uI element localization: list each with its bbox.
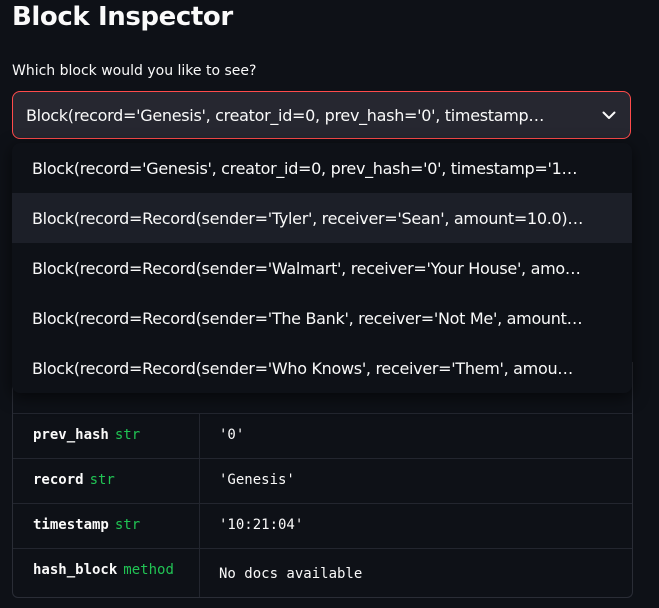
select-label: Which block would you like to see? — [12, 63, 257, 79]
table-row: prev_hash str '0' — [13, 413, 632, 458]
attr-type: str — [114, 427, 141, 443]
block-select-dropdown: Block(record='Genesis', creator_id=0, pr… — [12, 143, 632, 393]
attr-value: '0' — [219, 427, 245, 443]
attr-type: method — [123, 562, 174, 578]
chevron-down-icon[interactable] — [588, 105, 616, 125]
table-row: timestamp str '10:21:04' — [13, 503, 632, 548]
dropdown-option[interactable]: Block(record=Record(sender='Who Knows', … — [12, 343, 632, 393]
attr-value: '10:21:04' — [219, 517, 304, 533]
select-value: Block(record='Genesis', creator_id=0, pr… — [26, 105, 545, 125]
dropdown-option[interactable]: Block(record='Genesis', creator_id=0, pr… — [12, 143, 632, 193]
block-select[interactable]: Block(record='Genesis', creator_id=0, pr… — [12, 91, 631, 139]
table-row: record str 'Genesis' — [13, 458, 632, 503]
dropdown-option[interactable]: Block(record=Record(sender='Walmart', re… — [12, 243, 632, 293]
attr-name: prev_hash — [33, 427, 109, 443]
attr-type: str — [114, 517, 141, 533]
docs-table: nonceint 0 prev_hashstr '0' recordstr 'G… — [12, 362, 633, 598]
dropdown-option[interactable]: Block(record=Record(sender='Tyler', rece… — [12, 193, 632, 243]
app-root: Block Inspector Which block would you li… — [0, 0, 659, 608]
dropdown-option[interactable]: Block(record=Record(sender='The Bank', r… — [12, 293, 632, 343]
attr-name: timestamp — [33, 517, 109, 533]
attr-name: hash_block — [33, 562, 118, 578]
attr-value: 'Genesis' — [219, 472, 295, 488]
table-row: hash_block method No docs available — [13, 548, 632, 597]
attr-type: str — [89, 472, 115, 488]
attr-value: No docs available — [219, 566, 363, 582]
attr-name: record — [33, 472, 84, 488]
page-title: Block Inspector — [12, 2, 233, 32]
